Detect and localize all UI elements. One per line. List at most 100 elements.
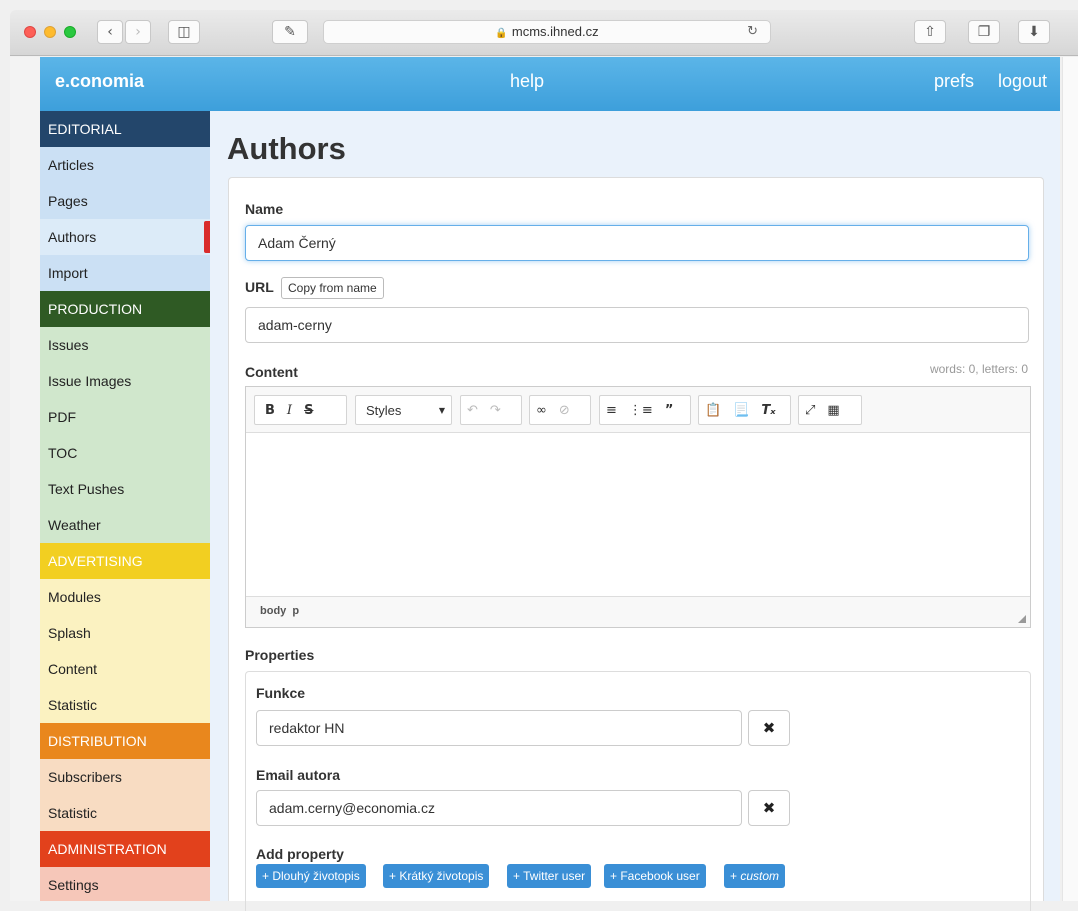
sidebar-item-articles[interactable]: Articles [40,147,210,183]
word-count: words: 0, letters: 0 [929,362,1028,376]
address-url: mcms.ihned.cz [511,24,599,39]
minimize-window-icon[interactable] [44,26,56,38]
remove-email-button[interactable]: ✖ [748,790,790,826]
path-p[interactable]: p [292,605,299,617]
copy-from-name-button[interactable]: Copy from name [281,277,384,299]
link-icon[interactable]: ∞ [530,403,553,418]
styles-dropdown[interactable]: Styles ▼ [355,395,452,425]
paste-group: 📋 📃 Tₓ [698,395,791,425]
reload-icon[interactable]: ↻ [747,21,758,43]
email-label: Email autora [256,767,341,783]
address-bar[interactable]: 🔒 mcms.ihned.cz ↻ [323,20,771,44]
rich-text-editor: B I S Styles ▼ ↶ ↷ ∞ ⊘ ≡ ⋮≡ ” 📋 📃 Tₓ ⤢ ▦… [245,386,1031,628]
sidebar-item-settings[interactable]: Settings [40,867,210,901]
scrollbar[interactable] [1062,57,1078,901]
main-content: Authors Name Adam Černý URL Copy from na… [210,111,1060,911]
view-group: ⤢ ▦ [798,395,862,425]
forward-icon[interactable]: › [125,20,151,44]
tabs-overview-icon[interactable]: ❐ [968,20,1000,44]
sidebar-section-advertising: ADVERTISING [40,543,210,579]
unlink-icon[interactable]: ⊘ [553,403,576,418]
sidebar-item-toc[interactable]: TOC [40,435,210,471]
url-input[interactable]: adam-cerny [245,307,1029,343]
name-input[interactable]: Adam Černý [245,225,1029,261]
strikethrough-icon[interactable]: S [298,403,319,418]
share-icon[interactable]: ⇧ [914,20,946,44]
paste-text-icon[interactable]: 📋 [699,403,727,418]
sidebar: EDITORIAL Articles Pages Authors Import … [40,111,210,901]
bulleted-list-icon[interactable]: ⋮≡ [623,403,659,418]
history-group: ↶ ↷ [460,395,522,425]
editor-content-area[interactable] [246,433,1030,596]
add-twitter-user-button[interactable]: + Twitter user [507,864,592,888]
add-kratky-zivotopis-button[interactable]: + Krátký životopis [383,864,490,888]
resize-handle-icon[interactable] [1018,615,1026,623]
browser-toolbar: ‹ › ◫ ✎ 🔒 mcms.ihned.cz ↻ ⇧ ❐ ⬇ [10,10,1078,56]
sidebar-item-pages[interactable]: Pages [40,183,210,219]
chevron-down-icon: ▼ [438,405,445,415]
numbered-list-icon[interactable]: ≡ [600,403,623,418]
zoom-window-icon[interactable] [64,26,76,38]
add-custom-button[interactable]: + custom [724,864,786,888]
brand-logo[interactable]: e.conomia [55,71,144,92]
editor-toolbar: B I S Styles ▼ ↶ ↷ ∞ ⊘ ≡ ⋮≡ ” 📋 📃 Tₓ ⤢ ▦ [246,387,1030,433]
sidebar-item-issue-images[interactable]: Issue Images [40,363,210,399]
logout-link[interactable]: logout [998,71,1047,92]
sidebar-section-distribution: DISTRIBUTION [40,723,210,759]
sidebar-item-modules[interactable]: Modules [40,579,210,615]
sidebar-item-dist-statistic[interactable]: Statistic [40,795,210,831]
add-kratky-zivotopis-label: Krátký životopis [399,869,484,883]
sidebar-item-weather[interactable]: Weather [40,507,210,543]
sidebar-item-issues[interactable]: Issues [40,327,210,363]
maximize-icon[interactable]: ⤢ [799,403,821,418]
app-header: e.conomia help prefs logout [40,57,1060,111]
help-link[interactable]: help [510,71,544,92]
funkce-label: Funkce [256,685,306,701]
list-group: ≡ ⋮≡ ” [599,395,691,425]
email-input[interactable]: adam.cerny@economia.cz [256,790,742,826]
styles-label: Styles [366,402,402,418]
prefs-link[interactable]: prefs [934,71,974,92]
sidebar-section-administration: ADMINISTRATION [40,831,210,867]
sidebar-section-production: PRODUCTION [40,291,210,327]
lock-icon: 🔒 [495,28,508,39]
back-icon[interactable]: ‹ [97,20,123,44]
properties-label: Properties [245,647,315,663]
blockquote-icon[interactable]: ” [659,403,680,418]
sidebar-item-ad-statistic[interactable]: Statistic [40,687,210,723]
path-body[interactable]: body [260,605,286,617]
sidebar-item-text-pushes[interactable]: Text Pushes [40,471,210,507]
add-facebook-user-button[interactable]: + Facebook user [604,864,706,888]
add-custom-label: custom [740,869,780,883]
add-twitter-user-label: Twitter user [523,869,586,883]
format-group: B I S [254,395,347,425]
sidebar-item-authors[interactable]: Authors [40,219,210,255]
remove-funkce-button[interactable]: ✖ [748,710,790,746]
italic-icon[interactable]: I [281,403,298,418]
add-facebook-user-label: Facebook user [620,869,700,883]
sidebar-item-import[interactable]: Import [40,255,210,291]
add-dlouhy-zivotopis-button[interactable]: + Dlouhý životopis [256,864,366,888]
page-title: Authors [227,131,346,166]
add-property-label: Add property [256,846,344,862]
source-icon[interactable]: ▦ [821,403,845,418]
sidebar-item-subscribers[interactable]: Subscribers [40,759,210,795]
editor-statusbar: body p [246,596,1030,627]
redo-icon[interactable]: ↷ [484,403,507,418]
bold-icon[interactable]: B [255,403,281,418]
close-window-icon[interactable] [24,26,36,38]
url-label: URL [245,279,274,295]
sidebar-section-editorial: EDITORIAL [40,111,210,147]
reader-compose-icon[interactable]: ✎ [272,20,308,44]
sidebar-item-content[interactable]: Content [40,651,210,687]
paste-word-icon[interactable]: 📃 [727,403,755,418]
name-label: Name [245,201,284,217]
undo-icon[interactable]: ↶ [461,403,484,418]
funkce-input[interactable]: redaktor HN [256,710,742,746]
downloads-icon[interactable]: ⬇ [1018,20,1050,44]
sidebar-item-pdf[interactable]: PDF [40,399,210,435]
add-dlouhy-zivotopis-label: Dlouhý životopis [272,869,360,883]
sidebar-toggle-icon[interactable]: ◫ [168,20,200,44]
sidebar-item-splash[interactable]: Splash [40,615,210,651]
remove-format-icon[interactable]: Tₓ [755,403,781,418]
